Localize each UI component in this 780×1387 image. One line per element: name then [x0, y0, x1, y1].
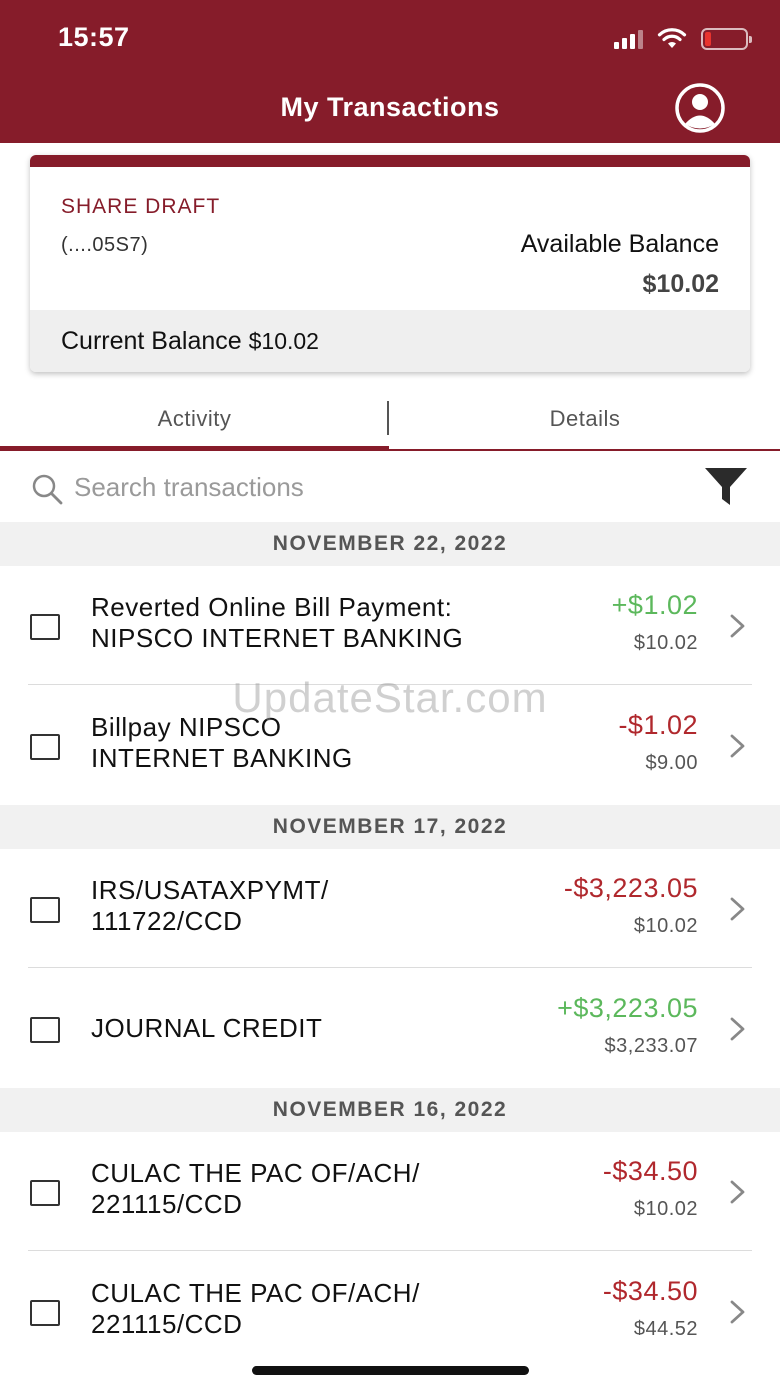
transaction-checkbox[interactable]: [30, 614, 60, 640]
transaction-amount: +$3,223.05: [557, 993, 698, 1023]
transaction-amount: +$1.02: [611, 590, 698, 620]
chevron-right-icon[interactable]: [728, 895, 748, 923]
transaction-amount: -$34.50: [602, 1276, 698, 1306]
transaction-checkbox[interactable]: [30, 734, 60, 760]
status-icons: [614, 27, 752, 51]
transaction-row[interactable]: Reverted Online Bill Payment: NIPSCO INT…: [0, 566, 780, 685]
transaction-checkbox[interactable]: [30, 1180, 60, 1206]
transaction-balance: $3,233.07: [604, 1035, 698, 1057]
date-header: NOVEMBER 16, 2022: [0, 1088, 780, 1132]
transaction-balance: $9.00: [645, 752, 698, 774]
current-balance-value: $10.02: [248, 328, 319, 354]
transaction-description: JOURNAL CREDIT: [91, 1013, 323, 1043]
date-header: NOVEMBER 22, 2022: [0, 522, 780, 566]
profile-button[interactable]: [670, 82, 730, 134]
transaction-row[interactable]: JOURNAL CREDIT +$3,223.05 $3,233.07: [0, 969, 780, 1088]
account-card[interactable]: SHARE DRAFT (....05S7) Available Balance…: [30, 155, 750, 372]
transaction-checkbox[interactable]: [30, 1017, 60, 1043]
available-balance-value: $10.02: [642, 270, 719, 298]
wifi-icon: [657, 28, 687, 48]
transaction-amount: -$1.02: [618, 710, 698, 740]
available-balance-label: Available Balance: [520, 230, 719, 258]
home-indicator[interactable]: [252, 1366, 529, 1375]
current-balance-row: Current Balance $10.02: [30, 310, 750, 372]
transaction-description: Billpay NIPSCO INTERNET BANKING: [91, 712, 353, 773]
user-profile-icon: [675, 83, 725, 133]
transaction-checkbox[interactable]: [30, 1300, 60, 1326]
active-tab-indicator: [0, 446, 389, 451]
date-header: NOVEMBER 17, 2022: [0, 805, 780, 849]
row-divider: [28, 1250, 752, 1251]
transaction-balance: $10.02: [633, 1198, 698, 1220]
transaction-description: CULAC THE PAC OF/ACH/ 221115/CCD: [91, 1278, 420, 1339]
tab-divider: [387, 401, 389, 435]
transaction-row[interactable]: IRS/USATAXPYMT/ 111722/CCD -$3,223.05 $1…: [0, 849, 780, 968]
transaction-row[interactable]: Billpay NIPSCO INTERNET BANKING -$1.02 $…: [0, 686, 780, 805]
transaction-description: CULAC THE PAC OF/ACH/ 221115/CCD: [91, 1158, 420, 1219]
app-header: 15:57 My Transactions: [0, 0, 780, 143]
chevron-right-icon[interactable]: [728, 1298, 748, 1326]
battery-icon: [701, 28, 752, 50]
account-name: SHARE DRAFT: [61, 195, 221, 218]
transaction-checkbox[interactable]: [30, 897, 60, 923]
row-divider: [28, 967, 752, 968]
card-accent-bar: [30, 155, 750, 167]
transaction-balance: $10.02: [633, 915, 698, 937]
chevron-right-icon[interactable]: [728, 1015, 748, 1043]
current-balance-label: Current Balance: [61, 327, 242, 355]
current-balance: Current Balance $10.02: [61, 327, 319, 356]
status-time: 15:57: [58, 22, 130, 52]
search-bar: [0, 452, 780, 522]
tab-activity[interactable]: Activity: [0, 388, 389, 450]
page-title: My Transactions: [280, 92, 500, 122]
transaction-description: IRS/USATAXPYMT/ 111722/CCD: [91, 875, 329, 936]
transaction-amount: -$3,223.05: [563, 873, 698, 903]
row-divider: [28, 684, 752, 685]
chevron-right-icon[interactable]: [728, 732, 748, 760]
tab-details[interactable]: Details: [390, 388, 780, 450]
tab-bar: Activity Details: [0, 388, 780, 452]
chevron-right-icon[interactable]: [728, 1178, 748, 1206]
account-number: (....05S7): [61, 234, 149, 256]
transaction-balance: $10.02: [633, 632, 698, 654]
search-icon: [32, 474, 63, 505]
transaction-row[interactable]: CULAC THE PAC OF/ACH/ 221115/CCD -$34.50…: [0, 1132, 780, 1251]
chevron-right-icon[interactable]: [728, 612, 748, 640]
bottom-safe-area: [0, 1335, 780, 1387]
filter-icon[interactable]: [702, 465, 750, 509]
transaction-description: Reverted Online Bill Payment: NIPSCO INT…: [91, 592, 464, 653]
cellular-signal-icon: [614, 29, 643, 49]
search-input[interactable]: [74, 468, 634, 506]
transaction-amount: -$34.50: [602, 1156, 698, 1186]
